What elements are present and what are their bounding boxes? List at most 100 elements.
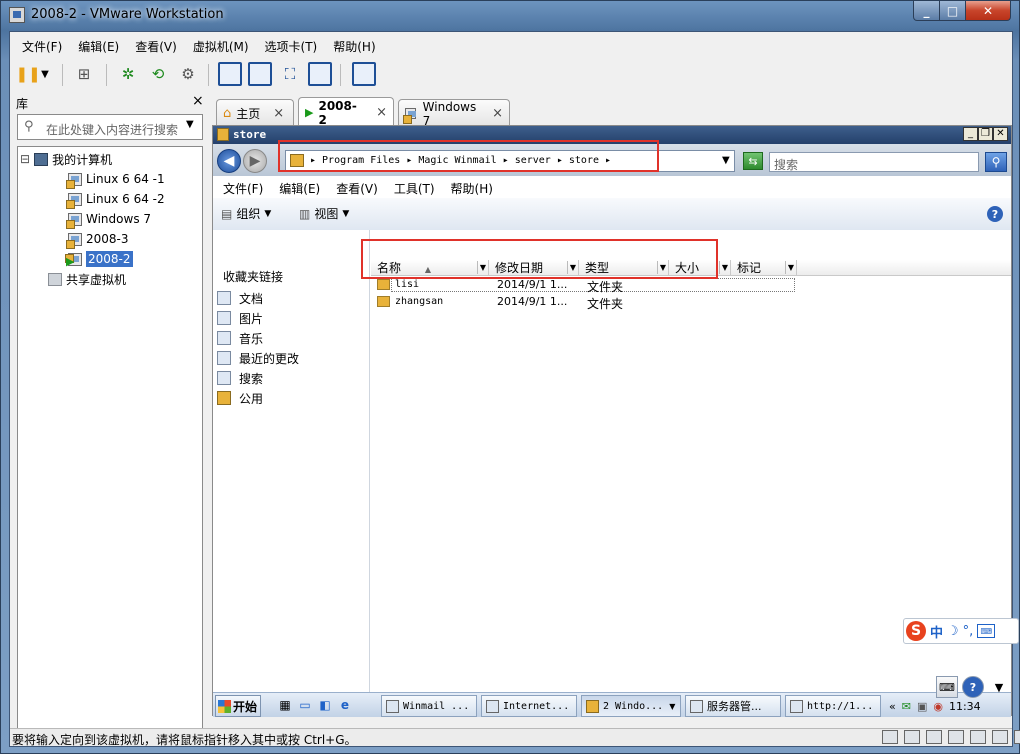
minimize-button[interactable]: _ bbox=[913, 1, 940, 21]
col-tags[interactable]: 标记 ▼ bbox=[731, 260, 797, 276]
col-date[interactable]: 修改日期 ▼ bbox=[489, 260, 579, 276]
taskbar-task-active[interactable]: 2 Windo... ▼ bbox=[581, 695, 681, 717]
keyboard-icon[interactable]: ⌨ bbox=[936, 676, 958, 698]
cd-drive-icon[interactable] bbox=[904, 730, 920, 744]
menu-view[interactable]: 查看(V) bbox=[127, 34, 185, 56]
tree-item-vm[interactable]: Windows 7 bbox=[66, 209, 151, 229]
fav-public[interactable]: 公用 bbox=[217, 388, 263, 408]
tab-close-icon[interactable]: × bbox=[492, 106, 503, 121]
tray-mail-icon[interactable]: ✉ bbox=[902, 700, 911, 713]
views-button[interactable]: ▥ 视图 ▼ bbox=[299, 205, 349, 222]
half-width-icon[interactable]: ☽ bbox=[947, 624, 959, 639]
tab-windows-7[interactable]: Windows 7 × bbox=[398, 99, 510, 128]
col-size[interactable]: 大小 ▼ bbox=[669, 260, 731, 276]
fav-searches[interactable]: 搜索 bbox=[217, 368, 263, 388]
search-icon[interactable]: ⚲ bbox=[985, 152, 1007, 172]
tab-home[interactable]: ⌂ 主页 × bbox=[216, 99, 294, 127]
explorer-menu-tools[interactable]: 工具(T) bbox=[386, 176, 443, 198]
keyboard-icon[interactable]: ⌨ bbox=[977, 624, 996, 638]
tree-item-vm[interactable]: 2008-3 bbox=[66, 229, 129, 249]
file-row[interactable]: lisi 2014/9/1 1... 文件夹 bbox=[375, 277, 799, 294]
col-type[interactable]: 类型 ▼ bbox=[579, 260, 669, 276]
taskbar-task[interactable]: Internet... bbox=[481, 695, 577, 717]
taskbar-task[interactable]: 服务器管... bbox=[685, 695, 781, 717]
chevron-down-icon[interactable]: ▼ bbox=[722, 155, 730, 166]
explorer-minimize-button[interactable]: _ bbox=[963, 127, 978, 141]
address-bar[interactable]: ▸ Program Files ▸ Magic Winmail ▸ server… bbox=[285, 150, 735, 172]
explorer-search-input[interactable]: 搜索 bbox=[769, 152, 979, 172]
menu-file[interactable]: 文件(F) bbox=[14, 34, 70, 56]
explorer-menu-view[interactable]: 查看(V) bbox=[328, 176, 386, 198]
menu-edit[interactable]: 编辑(E) bbox=[70, 34, 127, 56]
show-library-icon[interactable] bbox=[218, 62, 242, 86]
tree-item-shared[interactable]: 共享虚拟机 bbox=[48, 269, 126, 289]
server-manager-icon[interactable]: ▦ bbox=[277, 697, 293, 713]
clock[interactable]: 11:34 bbox=[949, 700, 981, 713]
fav-documents[interactable]: 文档 bbox=[217, 288, 263, 308]
start-button[interactable]: 开始 bbox=[215, 695, 261, 717]
sogou-logo-icon[interactable]: S bbox=[906, 621, 926, 641]
printer-icon[interactable] bbox=[992, 730, 1008, 744]
chevron-down-icon[interactable]: ▼ bbox=[477, 261, 488, 274]
chevron-down-icon[interactable]: ▼ bbox=[657, 261, 668, 274]
network-adapter-icon[interactable] bbox=[926, 730, 942, 744]
ime-toolbar[interactable]: S 中 ☽ °, ⌨ bbox=[903, 618, 1019, 644]
guest-screen[interactable]: store _ ❐ ✕ ◀ ▶ ▸ Program Files ▸ Magic … bbox=[212, 125, 1012, 717]
hard-disk-icon[interactable] bbox=[882, 730, 898, 744]
library-close-button[interactable]: × bbox=[192, 93, 204, 109]
usb-icon[interactable] bbox=[948, 730, 964, 744]
fav-music[interactable]: 音乐 bbox=[217, 328, 263, 348]
show-desktop-icon[interactable]: ▭ bbox=[297, 697, 313, 713]
unity-icon[interactable] bbox=[308, 62, 332, 86]
thumbnail-bar-icon[interactable] bbox=[248, 62, 272, 86]
chevron-down-icon[interactable]: ▼ bbox=[567, 261, 578, 274]
console-view-icon[interactable] bbox=[352, 62, 376, 86]
chevron-down-icon[interactable]: ▼ bbox=[785, 261, 796, 274]
explorer-menu-edit[interactable]: 编辑(E) bbox=[271, 176, 328, 198]
tree-root[interactable]: ⊟ 我的计算机 bbox=[20, 149, 112, 169]
taskbar-task[interactable]: Winmail ... bbox=[381, 695, 477, 717]
tray-network-icon[interactable]: ▣ bbox=[917, 700, 927, 713]
tree-item-vm-selected[interactable]: 2008-2 bbox=[65, 249, 133, 269]
explorer-restore-button[interactable]: ❐ bbox=[978, 127, 993, 141]
title-bar[interactable]: 2008-2 - VMware Workstation _ □ ✕ bbox=[1, 1, 1020, 31]
sound-icon[interactable] bbox=[970, 730, 986, 744]
collapse-icon[interactable]: ⊟ bbox=[20, 152, 30, 166]
file-row[interactable]: zhangsan 2014/9/1 1... 文件夹 bbox=[375, 294, 799, 311]
explorer-title-bar[interactable]: store _ ❐ ✕ bbox=[213, 126, 1011, 144]
ie-icon[interactable]: e bbox=[337, 697, 353, 713]
explorer-menu-file[interactable]: 文件(F) bbox=[215, 176, 271, 198]
switch-windows-icon[interactable]: ◧ bbox=[317, 697, 333, 713]
help-icon[interactable]: ? bbox=[962, 676, 984, 698]
explorer-close-button[interactable]: ✕ bbox=[993, 127, 1008, 141]
snapshot-manager-icon[interactable]: ⚙ bbox=[176, 62, 200, 86]
fav-recent[interactable]: 最近的更改 bbox=[217, 348, 299, 368]
explorer-menu-help[interactable]: 帮助(H) bbox=[443, 176, 501, 198]
full-screen-icon[interactable]: ⛶ bbox=[278, 62, 302, 86]
chevron-down-icon[interactable]: ▼ bbox=[719, 261, 730, 274]
chevron-down-icon[interactable]: ▼ bbox=[186, 119, 194, 130]
menu-tabs[interactable]: 选项卡(T) bbox=[257, 34, 326, 56]
network-icon[interactable]: ⊞ bbox=[72, 62, 96, 86]
library-search-input[interactable]: ⚲ 在此处键入内容进行搜索 ▼ bbox=[17, 114, 203, 140]
revert-snapshot-icon[interactable]: ⟲ bbox=[146, 62, 170, 86]
menu-help[interactable]: 帮助(H) bbox=[325, 34, 383, 56]
refresh-button[interactable]: ⇆ bbox=[743, 152, 763, 170]
tray-expand-button[interactable]: « bbox=[889, 700, 896, 713]
chevron-down-icon[interactable]: ▼ bbox=[38, 62, 52, 86]
punctuation-mode[interactable]: °, bbox=[963, 624, 974, 639]
menu-vm[interactable]: 虚拟机(M) bbox=[185, 34, 257, 56]
tab-close-icon[interactable]: × bbox=[376, 105, 387, 120]
tray-sound-icon[interactable]: ◉ bbox=[933, 700, 943, 713]
chevron-down-icon[interactable]: ▼ bbox=[988, 676, 1010, 698]
help-icon[interactable]: ? bbox=[987, 206, 1003, 222]
col-name[interactable]: 名称 ▲ ▼ bbox=[371, 260, 489, 276]
forward-button[interactable]: ▶ bbox=[243, 149, 267, 173]
back-button[interactable]: ◀ bbox=[217, 149, 241, 173]
tab-2008-2[interactable]: ▶ 2008-2 × bbox=[298, 97, 394, 127]
close-button[interactable]: ✕ bbox=[965, 1, 1011, 21]
taskbar-task[interactable]: http://1... bbox=[785, 695, 881, 717]
tab-close-icon[interactable]: × bbox=[273, 106, 284, 121]
ime-chinese-mode[interactable]: 中 bbox=[930, 622, 943, 641]
fav-pictures[interactable]: 图片 bbox=[217, 308, 263, 328]
